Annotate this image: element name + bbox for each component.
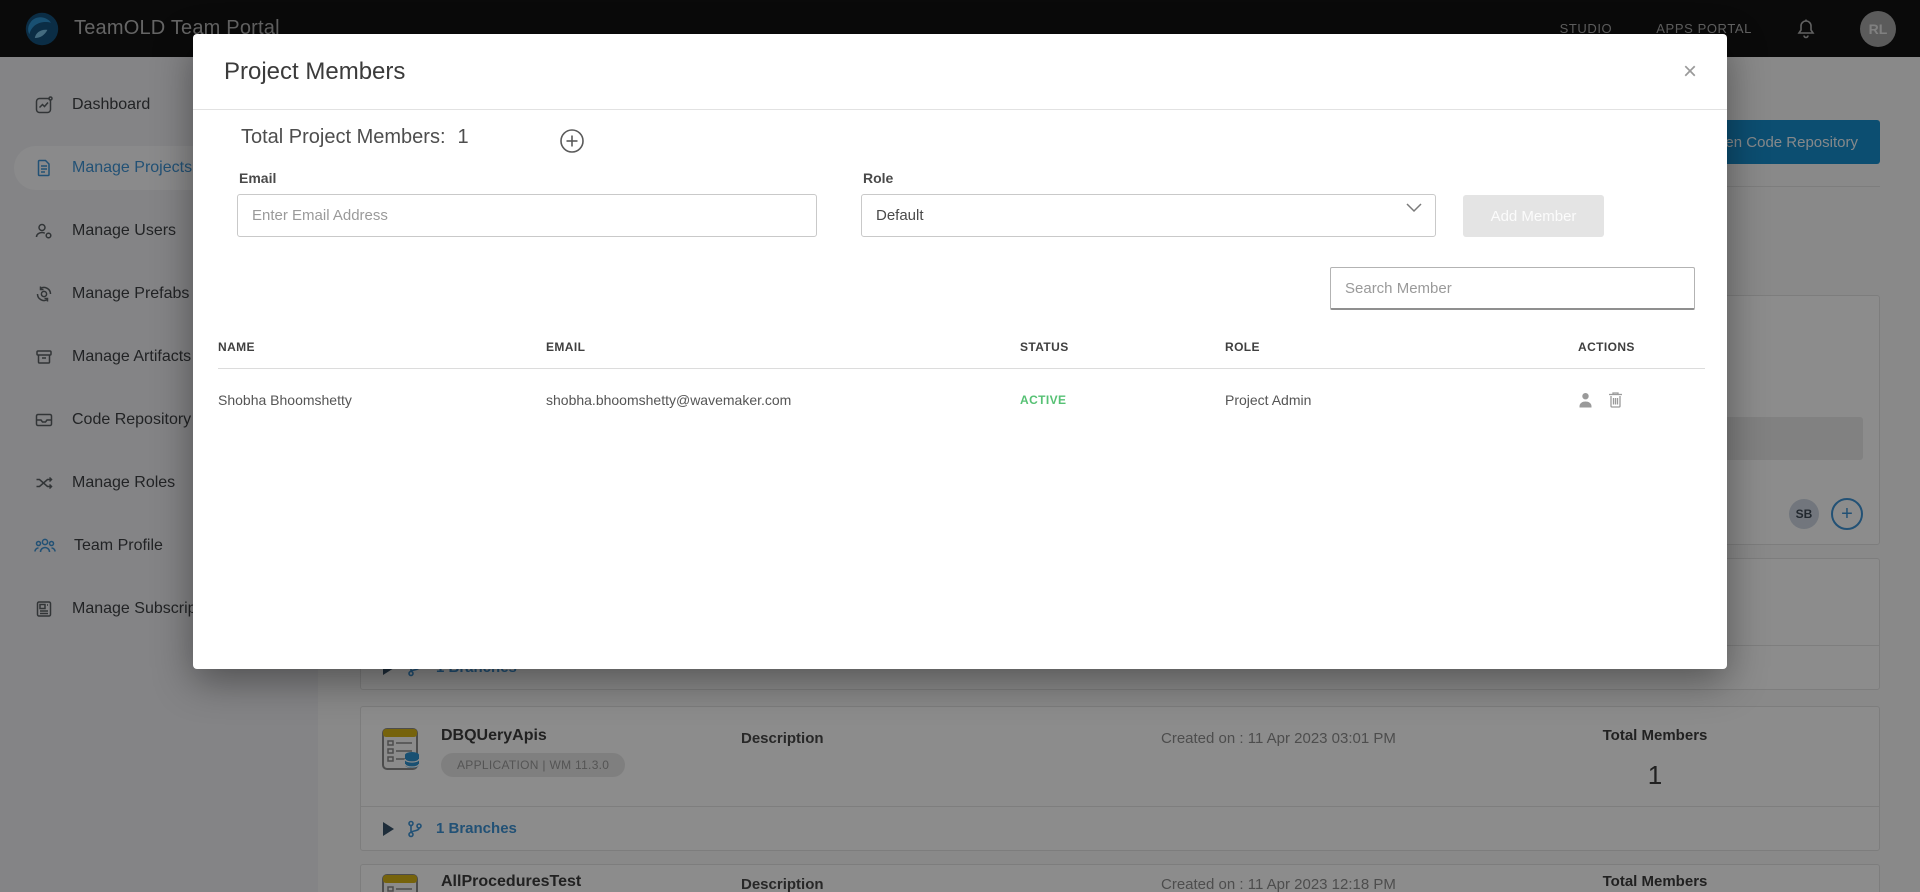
change-role-person-icon[interactable]	[1578, 392, 1593, 408]
member-status-badge: ACTIVE	[1020, 393, 1225, 407]
delete-trash-icon[interactable]	[1608, 391, 1623, 408]
role-dropdown[interactable]: Default	[861, 194, 1436, 237]
member-role: Project Admin	[1225, 392, 1578, 408]
col-header-actions: ACTIONS	[1578, 340, 1705, 354]
table-row: Shobha Bhoomshetty shobha.bhoomshetty@wa…	[218, 369, 1705, 430]
email-label: Email	[239, 170, 276, 186]
members-table: NAME EMAIL STATUS ROLE ACTIONS Shobha Bh…	[218, 334, 1705, 430]
table-header-row: NAME EMAIL STATUS ROLE ACTIONS	[218, 334, 1705, 369]
search-member-input[interactable]	[1330, 267, 1695, 310]
col-header-name: NAME	[218, 340, 546, 354]
total-project-members: Total Project Members: 1	[241, 126, 469, 149]
col-header-email: EMAIL	[546, 340, 1020, 354]
role-label: Role	[863, 170, 893, 186]
col-header-status: STATUS	[1020, 340, 1225, 354]
plus-circle-icon[interactable]	[559, 128, 585, 154]
add-member-button[interactable]: Add Member	[1463, 195, 1604, 237]
member-email: shobha.bhoomshetty@wavemaker.com	[546, 392, 1020, 408]
modal-title: Project Members	[224, 58, 405, 86]
email-field[interactable]	[237, 194, 817, 237]
total-project-members-count: 1	[458, 126, 469, 149]
col-header-role: ROLE	[1225, 340, 1578, 354]
project-members-modal: Project Members × Total Project Members:…	[193, 34, 1727, 669]
member-name: Shobha Bhoomshetty	[218, 392, 546, 408]
close-icon[interactable]: ×	[1683, 60, 1697, 84]
